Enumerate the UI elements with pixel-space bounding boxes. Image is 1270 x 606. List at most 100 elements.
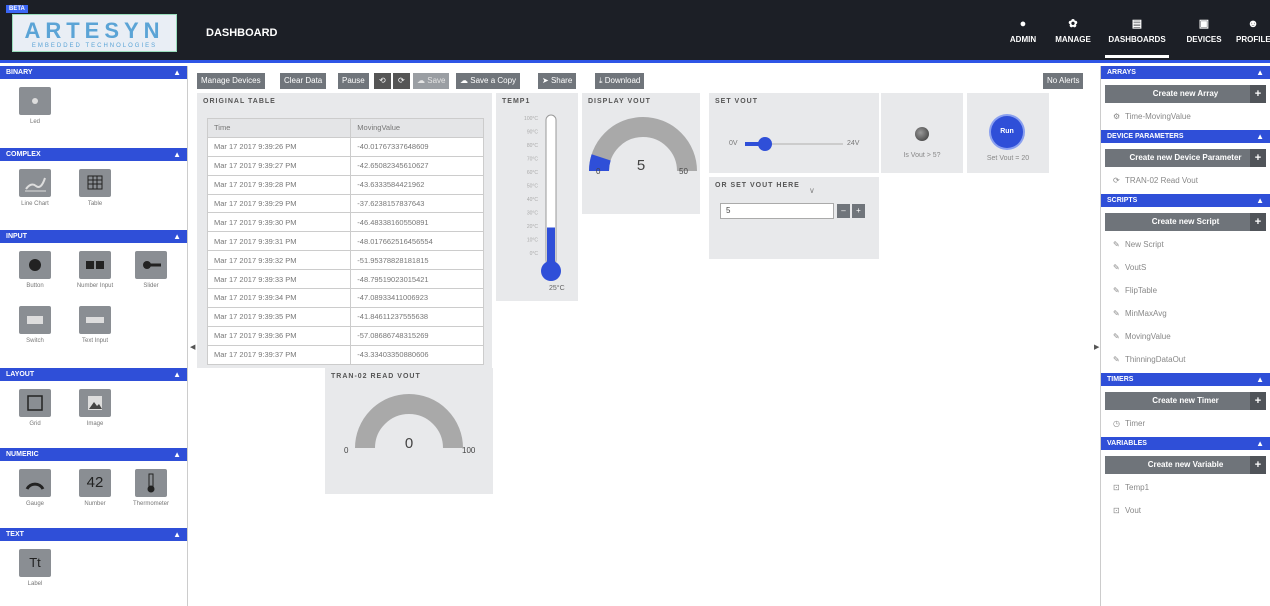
- chevron-up-icon[interactable]: ▲: [1256, 373, 1264, 386]
- create-script-button[interactable]: Create new Script +: [1105, 213, 1266, 231]
- create-device-parameter-button[interactable]: Create new Device Parameter +: [1105, 149, 1266, 167]
- chevron-up-icon[interactable]: ▲: [1256, 130, 1264, 143]
- section-binary-header[interactable]: BINARY ▲: [0, 66, 187, 79]
- collapse-right-icon[interactable]: ▶: [1094, 343, 1099, 351]
- nav-manage-label: MANAGE: [1055, 35, 1091, 44]
- list-item[interactable]: ✎ ThinningDataOut: [1101, 348, 1270, 371]
- devices-icon: ▣: [1198, 18, 1210, 30]
- section-layout-header[interactable]: LAYOUT ▲: [0, 368, 187, 381]
- chevron-up-icon[interactable]: ▲: [173, 448, 181, 461]
- widget-image[interactable]: Image: [65, 389, 125, 427]
- list-item[interactable]: ⚙ Time-MovingValue: [1101, 105, 1270, 128]
- widget-thermometer[interactable]: Thermometer: [121, 469, 181, 507]
- thermometer-graphic: 100°C 90°C 80°C 70°C 60°C 50°C 40°C 30°C 20°C 10°…: [524, 114, 561, 281]
- chevron-up-icon[interactable]: ▲: [173, 368, 181, 381]
- table-row: Mar 17 2017 9:39:27 PM -42.65082345610627: [206, 155, 484, 176]
- button-icon: [19, 251, 51, 279]
- list-item[interactable]: ✎ New Script: [1101, 233, 1270, 256]
- chevron-up-icon[interactable]: ▲: [173, 230, 181, 243]
- widget-text-input[interactable]: Text Input: [65, 306, 125, 344]
- led-widget[interactable]: Is Vout > 5?: [881, 93, 963, 173]
- lock-icon: ⊡: [1113, 506, 1120, 515]
- section-variables-header[interactable]: VARIABLES ▲: [1101, 437, 1270, 450]
- chevron-up-icon[interactable]: ▲: [1256, 66, 1264, 79]
- display-vout-widget[interactable]: DISPLAY VOUT 0 50 5: [582, 93, 700, 214]
- vout-input[interactable]: 5: [720, 203, 834, 219]
- temp1-widget[interactable]: TEMP1 100°C 90°C 80°C 70°C 60°C 50°C 40°C 30°C 2…: [496, 93, 578, 301]
- clear-data-button[interactable]: Clear Data: [280, 73, 327, 89]
- section-input-header[interactable]: INPUT ▲: [0, 230, 187, 243]
- widget-button[interactable]: Button: [5, 251, 65, 289]
- chevron-up-icon[interactable]: ▲: [173, 66, 181, 79]
- list-item[interactable]: ✎ MinMaxAvg: [1101, 302, 1270, 325]
- widget-line-chart[interactable]: Line Chart: [5, 169, 65, 207]
- widget-table[interactable]: Table: [65, 169, 125, 207]
- widget-number-input[interactable]: Number Input: [65, 251, 125, 289]
- run-widget[interactable]: Run Set Vout = 20: [967, 93, 1049, 173]
- widget-led[interactable]: Led: [5, 87, 65, 125]
- no-alerts-button[interactable]: No Alerts: [1043, 73, 1084, 89]
- download-button[interactable]: ⤓ Download: [595, 73, 645, 89]
- list-item[interactable]: ⟳ TRAN-02 Read Vout: [1101, 169, 1270, 192]
- chevron-up-icon[interactable]: ▲: [173, 148, 181, 161]
- set-vout-widget[interactable]: SET VOUT 0V 24V: [709, 93, 879, 173]
- plus-icon[interactable]: +: [1250, 213, 1266, 231]
- nav-dashboards-label: DASHBOARDS: [1108, 35, 1166, 44]
- widget-gauge[interactable]: Gauge: [5, 469, 65, 507]
- decrement-button[interactable]: –: [837, 204, 850, 218]
- list-item[interactable]: ⊡ Vout: [1101, 499, 1270, 522]
- plus-icon[interactable]: +: [1250, 149, 1266, 167]
- list-item[interactable]: ◷ Timer: [1101, 412, 1270, 435]
- read-vout-widget[interactable]: TRAN-02 READ VOUT 0 100 0: [325, 368, 493, 494]
- chevron-up-icon[interactable]: ▲: [1256, 194, 1264, 207]
- logo[interactable]: ARTESYN EMBEDDED TECHNOLOGIES: [12, 14, 177, 52]
- widget-slider[interactable]: Slider: [121, 251, 181, 289]
- redo-button[interactable]: ⟳: [393, 73, 410, 89]
- widget-label-item[interactable]: Tt Label: [5, 549, 65, 587]
- list-item[interactable]: ✎ FlipTable: [1101, 279, 1270, 302]
- section-timers-header[interactable]: TIMERS ▲: [1101, 373, 1270, 386]
- plus-icon[interactable]: +: [1250, 85, 1266, 103]
- chevron-up-icon[interactable]: ▲: [173, 528, 181, 541]
- save-button[interactable]: ☁ Save: [413, 73, 450, 89]
- nav-profile[interactable]: ☻ PROFILE: [1236, 18, 1270, 58]
- nav-admin[interactable]: ● ADMIN: [1006, 18, 1040, 58]
- section-title: LAYOUT: [6, 371, 35, 378]
- run-button[interactable]: Run: [991, 116, 1023, 148]
- list-item[interactable]: ✎ VoutS: [1101, 256, 1270, 279]
- column-header: Time: [206, 118, 352, 138]
- plus-icon[interactable]: +: [1250, 456, 1266, 474]
- section-complex-header[interactable]: COMPLEX ▲: [0, 148, 187, 161]
- collapse-left-icon[interactable]: ◀: [190, 343, 195, 351]
- pause-button[interactable]: Pause: [338, 73, 369, 89]
- widget-switch[interactable]: Switch: [5, 306, 65, 344]
- widget-grid[interactable]: Grid: [5, 389, 65, 427]
- create-timer-button[interactable]: Create new Timer +: [1105, 392, 1266, 410]
- increment-button[interactable]: +: [852, 204, 865, 218]
- item-label: New Script: [1125, 240, 1164, 249]
- undo-button[interactable]: ⟲: [374, 73, 391, 89]
- section-numeric-header[interactable]: NUMERIC ▲: [0, 448, 187, 461]
- section-text-header[interactable]: TEXT ▲: [0, 528, 187, 541]
- edit-icon: ✎: [1113, 240, 1120, 249]
- nav-manage[interactable]: ✿ MANAGE: [1053, 18, 1093, 58]
- or-set-vout-widget[interactable]: OR SET VOUT HERE ∨ 5 – +: [709, 177, 879, 259]
- nav-devices[interactable]: ▣ DEVICES: [1181, 18, 1227, 58]
- slider-knob[interactable]: [757, 137, 772, 151]
- share-button[interactable]: ➤ Share: [538, 73, 577, 89]
- save-copy-button[interactable]: ☁ Save a Copy: [456, 73, 521, 89]
- table-icon: [79, 169, 111, 197]
- section-scripts-header[interactable]: SCRIPTS ▲: [1101, 194, 1270, 207]
- chevron-down-icon[interactable]: ∨: [809, 186, 815, 195]
- create-variable-button[interactable]: Create new Variable +: [1105, 456, 1266, 474]
- list-item[interactable]: ✎ MovingValue: [1101, 325, 1270, 348]
- plus-icon[interactable]: +: [1250, 392, 1266, 410]
- section-device-parameters-header[interactable]: DEVICE PARAMETERS ▲: [1101, 130, 1270, 143]
- list-item[interactable]: ⊡ Temp1: [1101, 476, 1270, 499]
- create-array-button[interactable]: Create new Array +: [1105, 85, 1266, 103]
- nav-dashboards[interactable]: ▤ DASHBOARDS: [1105, 18, 1169, 58]
- section-arrays-header[interactable]: ARRAYS ▲: [1101, 66, 1270, 79]
- manage-devices-button[interactable]: Manage Devices: [197, 73, 265, 89]
- widget-number[interactable]: 42 Number: [65, 469, 125, 507]
- chevron-up-icon[interactable]: ▲: [1256, 437, 1264, 450]
